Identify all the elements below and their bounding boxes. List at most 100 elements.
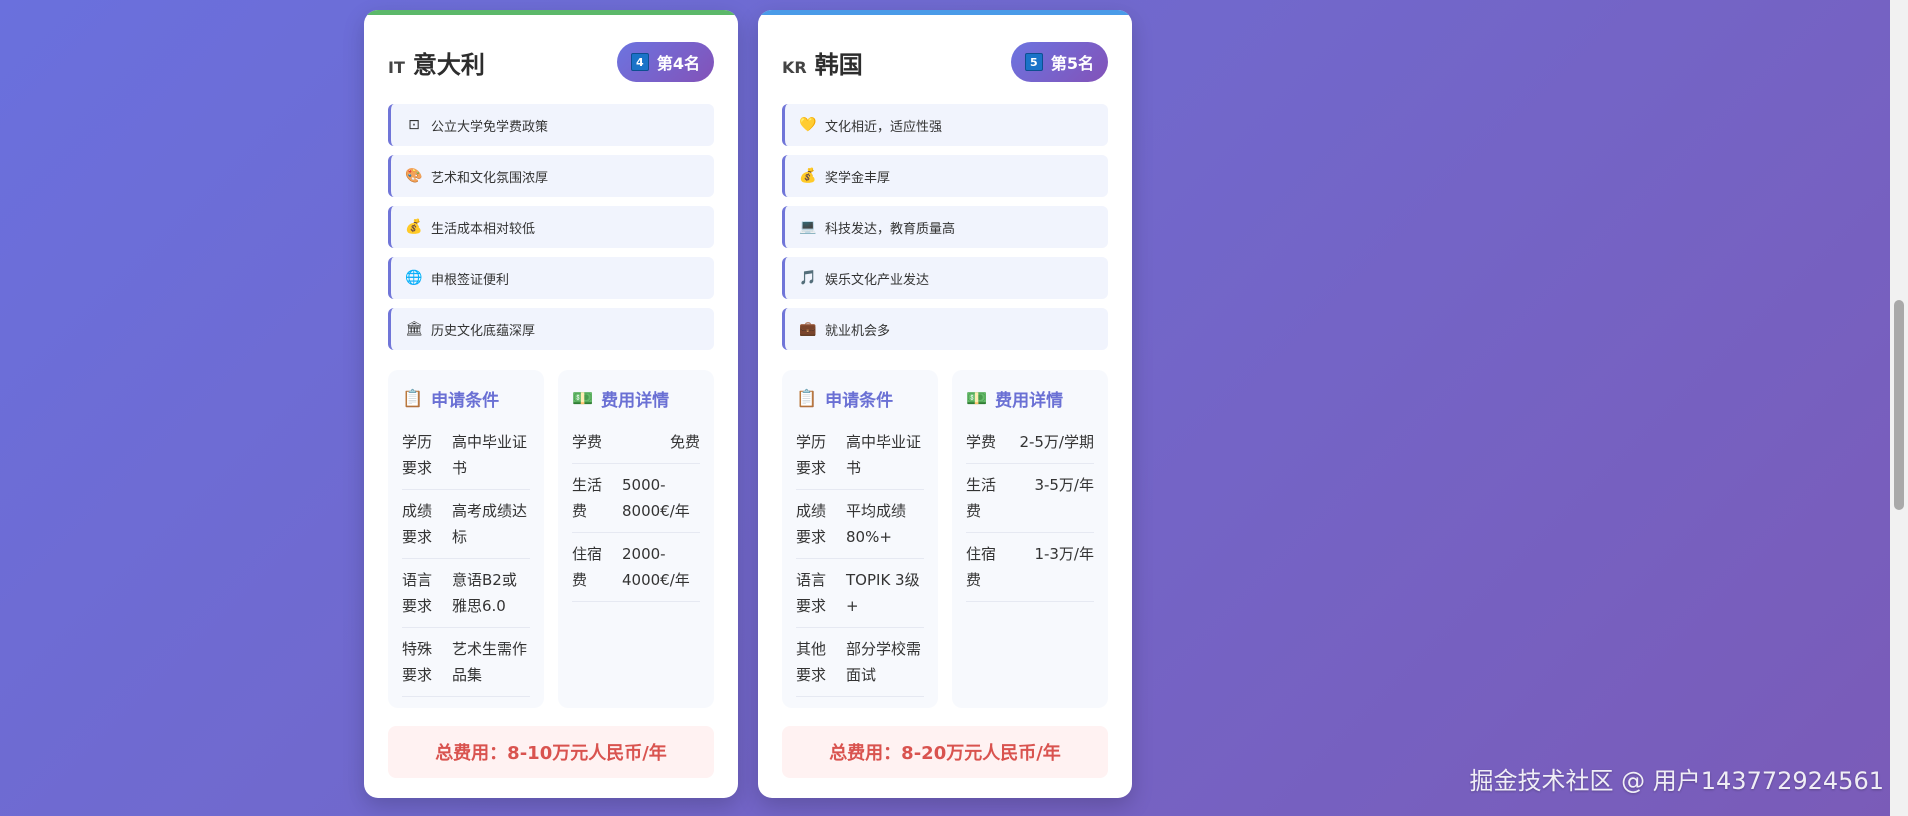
rank-number-icon: 4 bbox=[630, 53, 649, 71]
rank-badge: 4 第4名 bbox=[616, 42, 714, 82]
feature-text: 就业机会多 bbox=[825, 323, 891, 339]
detail-row: 📋 申请条件 学历要求 高中毕业证书 成绩要求 高考成绩达标 语言要求 意语B2… bbox=[388, 370, 714, 708]
laptop-icon: 💻 bbox=[799, 219, 817, 235]
cost-value: 3-5万/年 bbox=[1034, 476, 1094, 494]
feature-item: 🎵 娱乐文化产业发达 bbox=[782, 257, 1108, 299]
cost-key: 生活费 bbox=[572, 476, 603, 520]
rank-label: 第4名 bbox=[656, 54, 700, 73]
country-name: 韩国 bbox=[814, 50, 863, 79]
money-bag-icon: 💰 bbox=[405, 219, 423, 235]
cost-value: 5000-8000€/年 bbox=[622, 476, 690, 520]
feature-item: 🏛 历史文化底蕴深厚 bbox=[388, 308, 714, 350]
requirement-value: 艺术生需作品集 bbox=[452, 640, 528, 684]
requirement-value: 平均成绩80%+ bbox=[846, 502, 907, 546]
cost-row: 生活费 3-5万/年 bbox=[966, 464, 1094, 533]
feature-item: 💰 生活成本相对较低 bbox=[388, 206, 714, 248]
cost-row: 生活费 5000-8000€/年 bbox=[572, 464, 700, 533]
requirement-key: 特殊要求 bbox=[402, 640, 433, 684]
country-name: 意大利 bbox=[412, 50, 485, 79]
card-title: KR 韩国 bbox=[782, 45, 863, 80]
requirement-key: 语言要求 bbox=[796, 571, 827, 615]
feature-item: ⊡ 公立大学免学费政策 bbox=[388, 104, 714, 146]
cost-value: 2-5万/学期 bbox=[1019, 433, 1094, 451]
flag-code: IT bbox=[388, 57, 405, 77]
requirement-key: 其他要求 bbox=[796, 640, 827, 684]
costs-box: 💵 费用详情 学费 2-5万/学期 生活费 3-5万/年 住宿费 1-3万/年 bbox=[952, 370, 1108, 708]
requirement-row: 语言要求 意语B2或雅思6.0 bbox=[402, 559, 530, 628]
requirement-row: 学历要求 高中毕业证书 bbox=[796, 421, 924, 490]
music-note-icon: 🎵 bbox=[799, 270, 817, 286]
requirement-key: 学历要求 bbox=[402, 433, 433, 477]
globe-icon: 🌐 bbox=[405, 270, 423, 286]
total-cost: 总费用：8-10万元人民币/年 bbox=[388, 726, 714, 778]
requirement-key: 成绩要求 bbox=[796, 502, 827, 546]
cost-row: 学费 免费 bbox=[572, 421, 700, 464]
detail-row: 📋 申请条件 学历要求 高中毕业证书 成绩要求 平均成绩80%+ 语言要求 TO… bbox=[782, 370, 1108, 708]
feature-text: 科技发达，教育质量高 bbox=[825, 221, 956, 237]
feature-text: 公立大学免学费政策 bbox=[431, 119, 549, 135]
cost-key: 生活费 bbox=[966, 476, 997, 520]
requirement-row: 学历要求 高中毕业证书 bbox=[402, 421, 530, 490]
requirement-key: 成绩要求 bbox=[402, 502, 433, 546]
feature-item: 💼 就业机会多 bbox=[782, 308, 1108, 350]
requirement-value: 高中毕业证书 bbox=[452, 433, 528, 477]
feature-text: 娱乐文化产业发达 bbox=[825, 272, 930, 288]
cost-key: 学费 bbox=[966, 433, 997, 451]
page-scrollbar[interactable] bbox=[1890, 0, 1908, 816]
requirements-title: 📋 申请条件 bbox=[402, 388, 500, 412]
cost-key: 住宿费 bbox=[572, 545, 603, 589]
feature-item: 💻 科技发达，教育质量高 bbox=[782, 206, 1108, 248]
feature-text: 历史文化底蕴深厚 bbox=[431, 323, 536, 339]
total-cost: 总费用：8-20万元人民币/年 bbox=[782, 726, 1108, 778]
briefcase-icon: 💼 bbox=[799, 321, 817, 337]
money-bag-icon: 💰 bbox=[799, 168, 817, 184]
feature-text: 生活成本相对较低 bbox=[431, 221, 536, 237]
feature-text: 艺术和文化氛围浓厚 bbox=[431, 170, 549, 186]
cost-row: 住宿费 1-3万/年 bbox=[966, 533, 1094, 602]
cost-value: 1-3万/年 bbox=[1034, 545, 1094, 563]
rank-badge: 5 第5名 bbox=[1010, 42, 1108, 82]
scrollbar-thumb[interactable] bbox=[1894, 300, 1904, 510]
country-card-korea: KR 韩国 5 第5名 💛 文化相近，适应性强 💰 奖学金丰厚 💻 科技发达，教… bbox=[758, 10, 1132, 798]
cost-row: 住宿费 2000-4000€/年 bbox=[572, 533, 700, 602]
country-cards: IT 意大利 4 第4名 ⊡ 公立大学免学费政策 🎨 艺术和文化氛围浓厚 💰 生… bbox=[364, 10, 1132, 798]
cost-value: 免费 bbox=[669, 433, 700, 451]
requirement-value: 意语B2或雅思6.0 bbox=[452, 571, 517, 615]
feature-item: 🌐 申根签证便利 bbox=[388, 257, 714, 299]
clipboard-icon: 📋 bbox=[402, 388, 424, 409]
rank-number-icon: 5 bbox=[1024, 53, 1043, 71]
requirement-row: 成绩要求 平均成绩80%+ bbox=[796, 490, 924, 559]
cost-key: 住宿费 bbox=[966, 545, 997, 589]
card-accent-bar bbox=[758, 10, 1132, 15]
feature-list: 💛 文化相近，适应性强 💰 奖学金丰厚 💻 科技发达，教育质量高 🎵 娱乐文化产… bbox=[782, 104, 1108, 350]
rank-label: 第5名 bbox=[1050, 54, 1094, 73]
feature-text: 申根签证便利 bbox=[431, 272, 510, 288]
card-header: IT 意大利 4 第4名 bbox=[388, 40, 714, 84]
feature-item: 🎨 艺术和文化氛围浓厚 bbox=[388, 155, 714, 197]
banknote-icon: 💵 bbox=[966, 388, 988, 409]
card-header: KR 韩国 5 第5名 bbox=[782, 40, 1108, 84]
requirement-row: 其他要求 部分学校需面试 bbox=[796, 628, 924, 697]
costs-box: 💵 费用详情 学费 免费 生活费 5000-8000€/年 住宿费 2000-4… bbox=[558, 370, 714, 708]
requirement-value: 部分学校需面试 bbox=[846, 640, 922, 684]
costs-title: 💵 费用详情 bbox=[966, 388, 1064, 412]
requirements-box: 📋 申请条件 学历要求 高中毕业证书 成绩要求 高考成绩达标 语言要求 意语B2… bbox=[388, 370, 544, 708]
requirement-value: 高中毕业证书 bbox=[846, 433, 922, 477]
museum-icon: 🏛 bbox=[405, 321, 423, 337]
costs-title: 💵 费用详情 bbox=[572, 388, 670, 412]
palette-icon: 🎨 bbox=[405, 168, 423, 184]
requirements-box: 📋 申请条件 学历要求 高中毕业证书 成绩要求 平均成绩80%+ 语言要求 TO… bbox=[782, 370, 938, 708]
cost-row: 学费 2-5万/学期 bbox=[966, 421, 1094, 464]
clipboard-icon: 📋 bbox=[796, 388, 818, 409]
watermark: 掘金技术社区 @ 用户143772924561 bbox=[1469, 767, 1885, 795]
requirement-key: 语言要求 bbox=[402, 571, 433, 615]
no-fee-icon: ⊡ bbox=[408, 117, 420, 133]
cost-key: 学费 bbox=[572, 433, 603, 451]
requirement-value: 高考成绩达标 bbox=[452, 502, 528, 546]
requirements-title: 📋 申请条件 bbox=[796, 388, 894, 412]
requirement-row: 成绩要求 高考成绩达标 bbox=[402, 490, 530, 559]
country-card-italy: IT 意大利 4 第4名 ⊡ 公立大学免学费政策 🎨 艺术和文化氛围浓厚 💰 生… bbox=[364, 10, 738, 798]
requirement-row: 特殊要求 艺术生需作品集 bbox=[402, 628, 530, 697]
card-accent-bar bbox=[364, 10, 738, 15]
heart-icon: 💛 bbox=[799, 117, 817, 133]
